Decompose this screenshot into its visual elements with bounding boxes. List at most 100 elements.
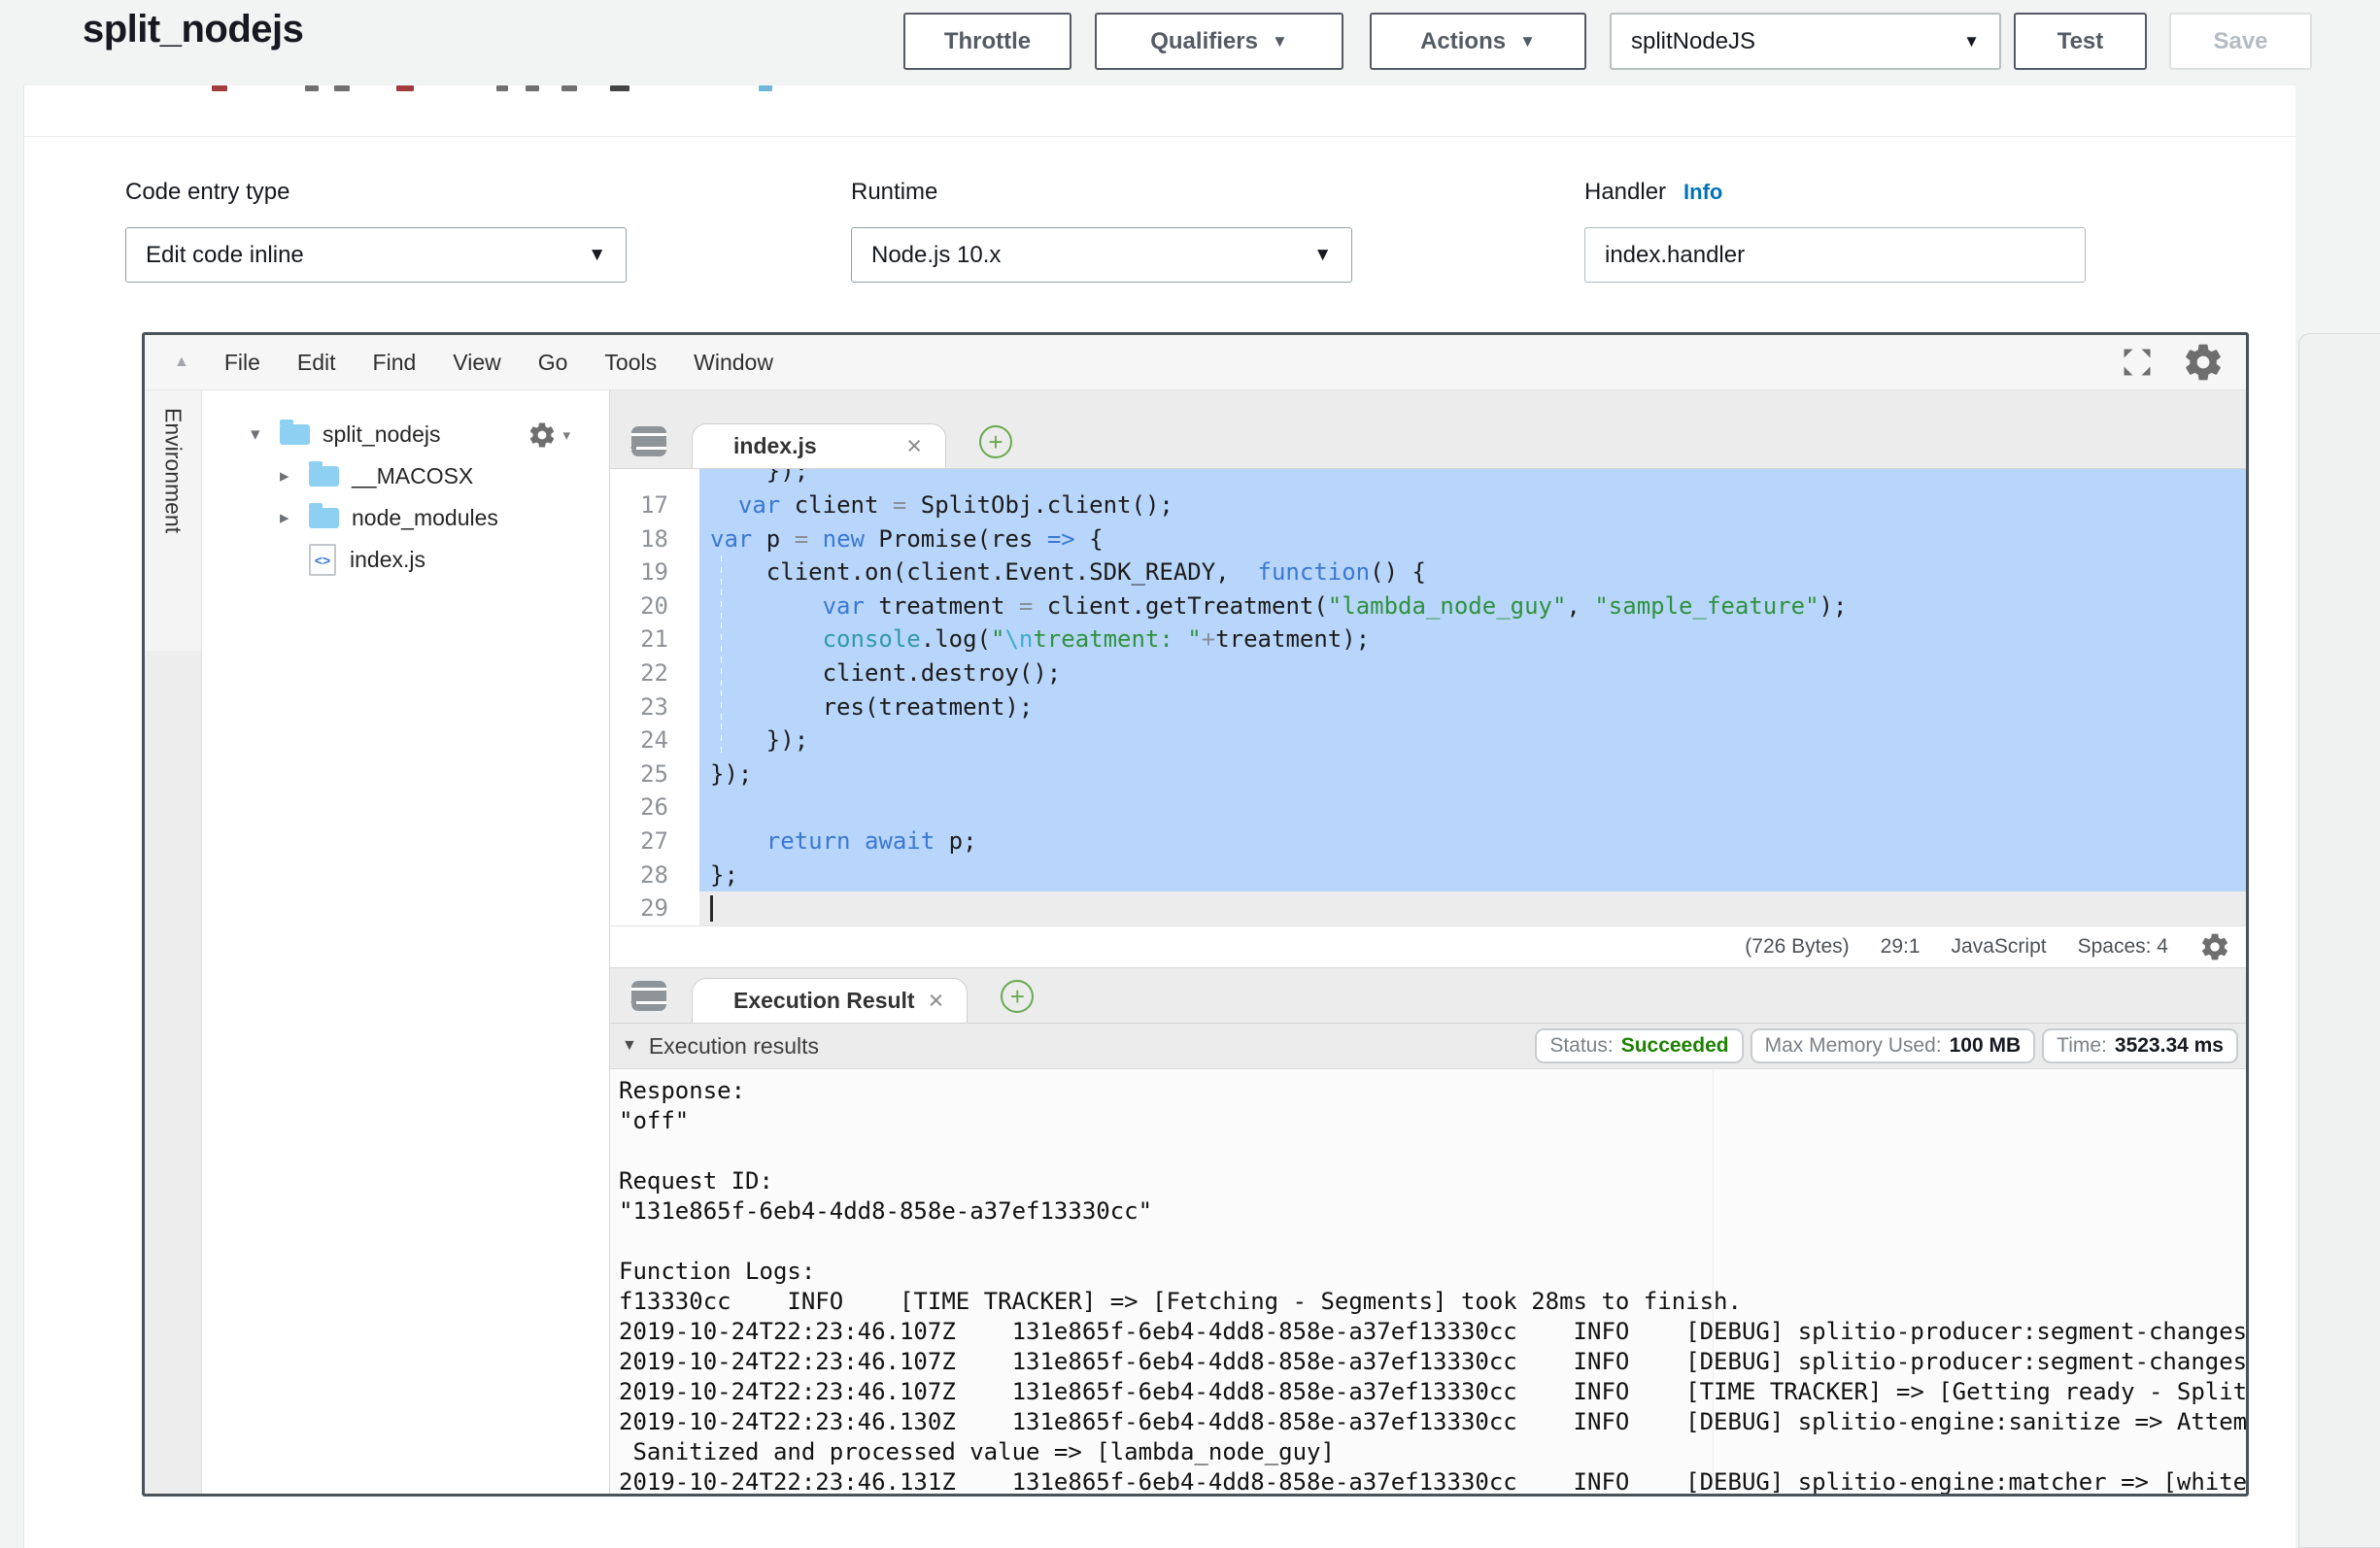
log-line: "off"	[619, 1106, 2246, 1136]
code-line-25[interactable]: 25});	[610, 757, 2246, 791]
handler-input[interactable]: index.handler	[1584, 227, 2086, 283]
tab-execution-result-label: Execution Result	[733, 988, 915, 1014]
status-cursor-position[interactable]: 29:1	[1881, 935, 1921, 959]
chevron-down-icon: ▼	[588, 245, 606, 266]
code-entry-type-select[interactable]: Edit code inline ▼	[125, 227, 627, 283]
js-file-icon: <>	[309, 544, 336, 576]
editor-settings-gear-icon[interactable]	[2182, 341, 2225, 384]
collapse-results-icon[interactable]: ▼	[622, 1037, 637, 1055]
environment-sidebar-label: Environment	[160, 408, 187, 533]
close-icon[interactable]: ×	[906, 431, 922, 461]
code-line-text: var treatment = client.getTreatment("lam…	[699, 589, 2246, 623]
tree-item-label: split_nodejs	[323, 421, 440, 448]
line-number: 17	[610, 488, 676, 522]
new-tab-plus-icon[interactable]: +	[979, 425, 1012, 458]
close-icon[interactable]: ×	[929, 986, 944, 1016]
code-line-17[interactable]: 17 var client = SplitObj.client();	[610, 488, 2246, 522]
code-line-text: return await p;	[699, 824, 2246, 858]
tab-index-js-label: index.js	[733, 433, 817, 459]
tree-item-label: index.js	[350, 547, 425, 573]
test-button-label: Test	[2057, 28, 2104, 55]
tab-execution-result[interactable]: Execution Result ×	[692, 978, 968, 1023]
line-number: 23	[610, 690, 676, 724]
log-line: 2019-10-24T22:23:46.131Z 131e865f-6eb4-4…	[619, 1467, 2246, 1494]
right-scroll-panel[interactable]	[2298, 333, 2380, 1548]
line-number: 28	[610, 858, 676, 892]
tree-item-node_modules[interactable]: ▸node_modules	[202, 497, 609, 539]
code-line-text: });	[699, 469, 2246, 488]
menu-item-go[interactable]: Go	[538, 350, 568, 375]
menu-item-view[interactable]: View	[453, 350, 500, 375]
status-badge: Time:3523.34 ms	[2042, 1028, 2238, 1063]
code-line-22[interactable]: 22 client.destroy();	[610, 656, 2246, 690]
statusbar-gear-icon[interactable]	[2199, 931, 2230, 962]
handler-info-link[interactable]: Info	[1683, 180, 1722, 204]
actions-button[interactable]: Actions ▼	[1370, 13, 1586, 70]
code-line-18[interactable]: 18var p = new Promise(res => {	[610, 522, 2246, 556]
chevron-down-icon: ▼	[1272, 33, 1288, 50]
menu-item-tools[interactable]: Tools	[604, 350, 657, 375]
save-button[interactable]: Save	[2169, 13, 2312, 70]
chevron-expanded-icon[interactable]: ▾	[251, 423, 280, 446]
status-spaces[interactable]: Spaces: 4	[2078, 935, 2168, 959]
chevron-down-icon: ▼	[1963, 33, 1980, 50]
code-line-26[interactable]: 26	[610, 791, 2246, 824]
code-line-text: };	[699, 858, 2246, 892]
menu-item-find[interactable]: Find	[373, 350, 417, 375]
runtime-label: Runtime	[851, 179, 1352, 206]
code-line-29[interactable]: 29	[610, 892, 2246, 925]
lambda-console-screen: split_nodejs Throttle Qualifiers ▼ Actio…	[0, 0, 2380, 1548]
qualifiers-button[interactable]: Qualifiers ▼	[1095, 13, 1343, 70]
execution-results-log[interactable]: Response:"off"Request ID:"131e865f-6eb4-…	[610, 1069, 2246, 1494]
tab-list-icon[interactable]	[631, 426, 666, 456]
menu-item-edit[interactable]: Edit	[297, 350, 336, 375]
code-entry-type-value: Edit code inline	[146, 242, 304, 269]
text-cursor	[710, 895, 713, 922]
tab-index-js[interactable]: index.js ×	[692, 423, 946, 468]
code-line-text: client.on(client.Event.SDK_READY, functi…	[699, 555, 2246, 589]
line-number: 20	[610, 589, 676, 623]
fullscreen-icon[interactable]	[2120, 345, 2155, 380]
code-line-21[interactable]: 21 console.log("\ntreatment: "+treatment…	[610, 623, 2246, 656]
code-line-19[interactable]: 19 client.on(client.Event.SDK_READY, fun…	[610, 555, 2246, 589]
status-language[interactable]: JavaScript	[1952, 935, 2047, 959]
tree-item-split_nodejs[interactable]: ▾ split_nodejs ▾	[202, 414, 609, 455]
code-line-23[interactable]: 23 res(treatment);	[610, 690, 2246, 724]
throttle-button[interactable]: Throttle	[903, 13, 1071, 70]
log-line: Request ID:	[619, 1166, 2246, 1196]
tab-list-icon[interactable]	[631, 981, 666, 1011]
line-number: 21	[610, 623, 676, 656]
page-title: split_nodejs	[83, 8, 303, 51]
tree-settings-gear-icon[interactable]: ▾	[527, 421, 570, 450]
log-line: Sanitized and processed value => [lambda…	[619, 1437, 2246, 1467]
runtime-value: Node.js 10.x	[871, 242, 1001, 269]
code-line-28[interactable]: 28};	[610, 858, 2246, 892]
new-tab-plus-icon[interactable]: +	[1001, 980, 1034, 1013]
save-button-label: Save	[2213, 28, 2267, 55]
code-editor[interactable]: });17 var client = SplitObj.client();18v…	[610, 469, 2246, 925]
code-line-partial[interactable]: });	[610, 469, 2246, 488]
code-line-text: });	[699, 757, 2246, 791]
log-line	[619, 1227, 2246, 1257]
handler-label: Handler	[1584, 179, 1666, 205]
tree-item-index.js[interactable]: <> index.js	[202, 539, 609, 581]
collapse-menu-icon[interactable]: ▲	[174, 353, 189, 371]
test-event-select[interactable]: splitNodeJS ▼	[1610, 13, 2001, 70]
code-entry-type-field: Code entry type Edit code inline ▼	[125, 179, 627, 283]
chevron-collapsed-icon[interactable]: ▸	[280, 465, 309, 488]
test-button[interactable]: Test	[2014, 13, 2147, 70]
code-line-24[interactable]: 24 });	[610, 724, 2246, 757]
handler-input-value: index.handler	[1605, 242, 1745, 269]
menu-item-window[interactable]: Window	[694, 350, 773, 375]
tree-item-__macosx[interactable]: ▸__MACOSX	[202, 455, 609, 497]
handler-field: Handler Info index.handler	[1584, 179, 2086, 283]
runtime-select[interactable]: Node.js 10.x ▼	[851, 227, 1352, 283]
menu-item-file[interactable]: File	[224, 350, 260, 375]
folder-icon	[280, 424, 310, 445]
code-line-20[interactable]: 20 var treatment = client.getTreatment("…	[610, 589, 2246, 623]
log-line: 2019-10-24T22:23:46.107Z 131e865f-6eb4-4…	[619, 1317, 2246, 1347]
environment-sidebar[interactable]: Environment	[145, 390, 202, 1494]
menu-items: File Edit Find View Go Tools Window	[224, 350, 810, 376]
chevron-collapsed-icon[interactable]: ▸	[280, 507, 309, 529]
code-line-27[interactable]: 27 return await p;	[610, 824, 2246, 858]
